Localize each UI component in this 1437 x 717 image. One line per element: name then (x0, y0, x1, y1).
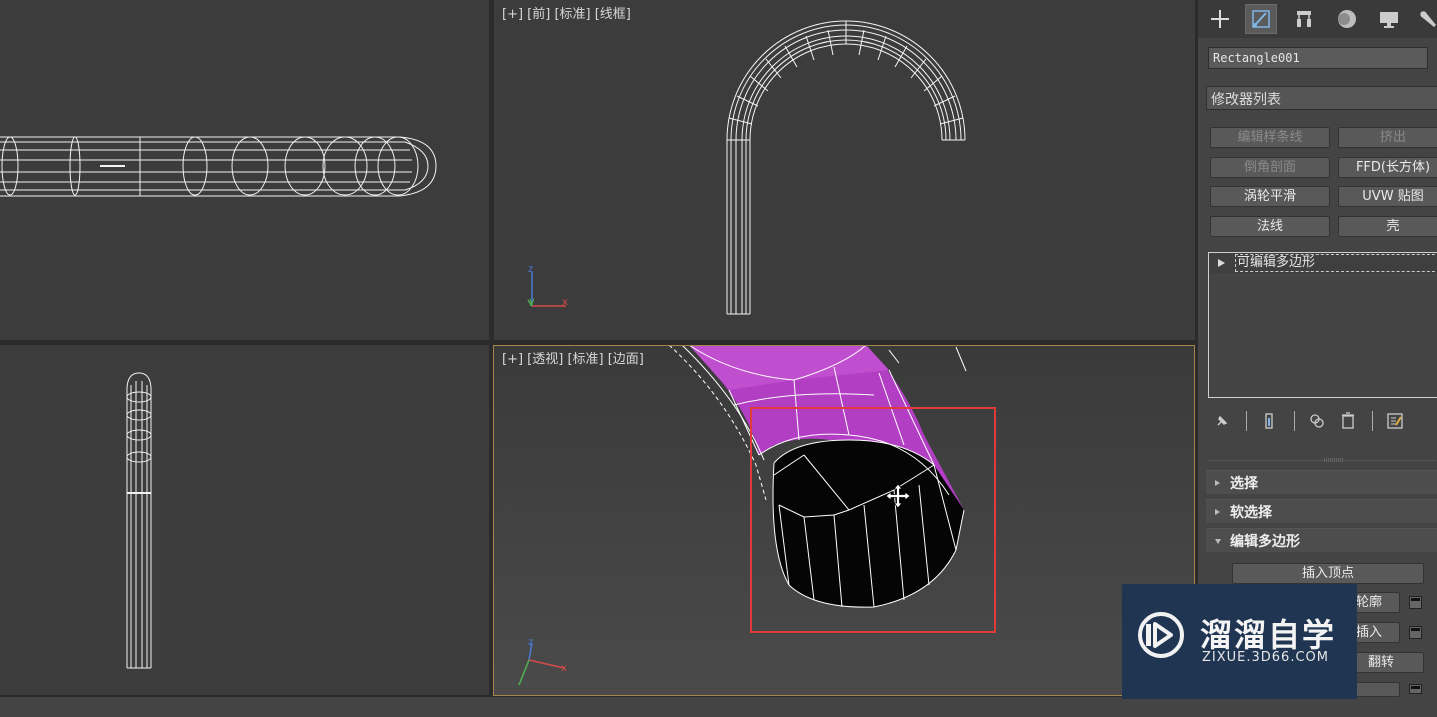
axis-gizmo-perspective: z x (518, 637, 567, 686)
rollout-title: 软选择 (1230, 505, 1272, 521)
modifier-button-normal[interactable]: 法线 (1210, 216, 1330, 237)
expand-triangle-icon[interactable] (1218, 259, 1225, 267)
tab-display[interactable] (1373, 4, 1405, 34)
watermark-url: ZIXUE.3D66.COM (1202, 650, 1329, 665)
tab-hierarchy[interactable] (1288, 4, 1320, 34)
utilities-icon (1420, 11, 1436, 27)
modifier-button-ffd-box[interactable]: FFD(长方体) (1338, 157, 1437, 178)
play-logo-icon (1138, 612, 1184, 658)
command-panel-tabs (1198, 0, 1437, 38)
viewport-left[interactable] (0, 345, 489, 695)
tube-wireframe-top (0, 136, 437, 197)
modifier-button-turbosmooth[interactable]: 涡轮平滑 (1210, 186, 1330, 207)
tab-create[interactable] (1204, 4, 1236, 34)
watermark: 溜溜自学 ZIXUE.3D66.COM (1122, 584, 1357, 699)
create-icon (1211, 10, 1229, 28)
display-icon (1380, 12, 1398, 28)
svg-text:x: x (561, 663, 567, 674)
rollout-title: 选择 (1230, 476, 1258, 492)
rollout-soft-selection[interactable]: 软选择 (1206, 499, 1437, 523)
configure-sets-icon[interactable] (1385, 410, 1405, 432)
stack-item-editable-poly[interactable]: 可编辑多边形 (1209, 253, 1437, 273)
svg-text:x: x (562, 297, 568, 308)
modifier-stack[interactable]: 可编辑多边形 (1208, 252, 1437, 398)
divider (1208, 460, 1436, 461)
rollout-selection[interactable]: 选择 (1206, 470, 1437, 494)
toolbar-separator (1294, 411, 1295, 431)
collapse-arrow-icon (1215, 480, 1220, 486)
highlight-box (750, 407, 996, 633)
settings-box-icon[interactable] (1409, 684, 1422, 694)
modifier-button-shell[interactable]: 壳 (1338, 216, 1437, 237)
svg-text:z: z (528, 637, 533, 648)
rollout-edit-poly[interactable]: 编辑多边形 (1206, 528, 1437, 552)
stack-item-label: 可编辑多边形 (1237, 255, 1316, 270)
svg-text:y: y (529, 296, 535, 307)
insert-vertex-button[interactable]: 插入顶点 (1232, 563, 1424, 584)
modifier-button-edit-spline[interactable]: 编辑样条线 (1210, 127, 1330, 148)
viewport-front[interactable]: [+] [前] [标准] [线框] z y x (494, 0, 1195, 340)
settings-box-icon[interactable] (1409, 596, 1422, 609)
viewport-top[interactable] (0, 0, 489, 340)
motion-icon (1338, 10, 1356, 28)
object-name-field[interactable]: Rectangle001 (1208, 47, 1428, 69)
settings-box-icon[interactable] (1409, 626, 1422, 639)
modifier-list-dropdown[interactable]: 修改器列表 (1206, 86, 1437, 110)
hierarchy-icon (1297, 11, 1311, 27)
status-bar (0, 697, 1437, 717)
svg-text:z: z (528, 264, 533, 275)
modifier-button-extrude[interactable]: 挤出 (1338, 127, 1437, 148)
tab-utilities[interactable] (1412, 4, 1437, 34)
rollout-title: 编辑多边形 (1230, 534, 1300, 550)
make-unique-icon[interactable] (1307, 410, 1327, 432)
hook-wireframe-front: z y x (527, 20, 966, 315)
toolbar-separator (1246, 411, 1247, 431)
move-cursor-icon (885, 483, 911, 509)
axis-gizmo-front: z y x (527, 264, 568, 308)
expand-arrow-icon (1215, 539, 1221, 544)
modify-icon (1252, 10, 1270, 28)
pin-stack-icon[interactable] (1212, 410, 1232, 432)
collapse-arrow-icon (1215, 509, 1220, 515)
show-end-result-icon[interactable] (1259, 410, 1279, 432)
toolbar-separator (1372, 411, 1373, 431)
remove-modifier-icon[interactable] (1338, 410, 1358, 432)
modifier-button-bevel-profile[interactable]: 倒角剖面 (1210, 157, 1330, 178)
tab-motion[interactable] (1331, 4, 1363, 34)
tube-wireframe-left (126, 372, 152, 669)
modifier-button-uvw-map[interactable]: UVW 贴图 (1338, 186, 1437, 207)
tab-modify[interactable] (1245, 4, 1277, 34)
